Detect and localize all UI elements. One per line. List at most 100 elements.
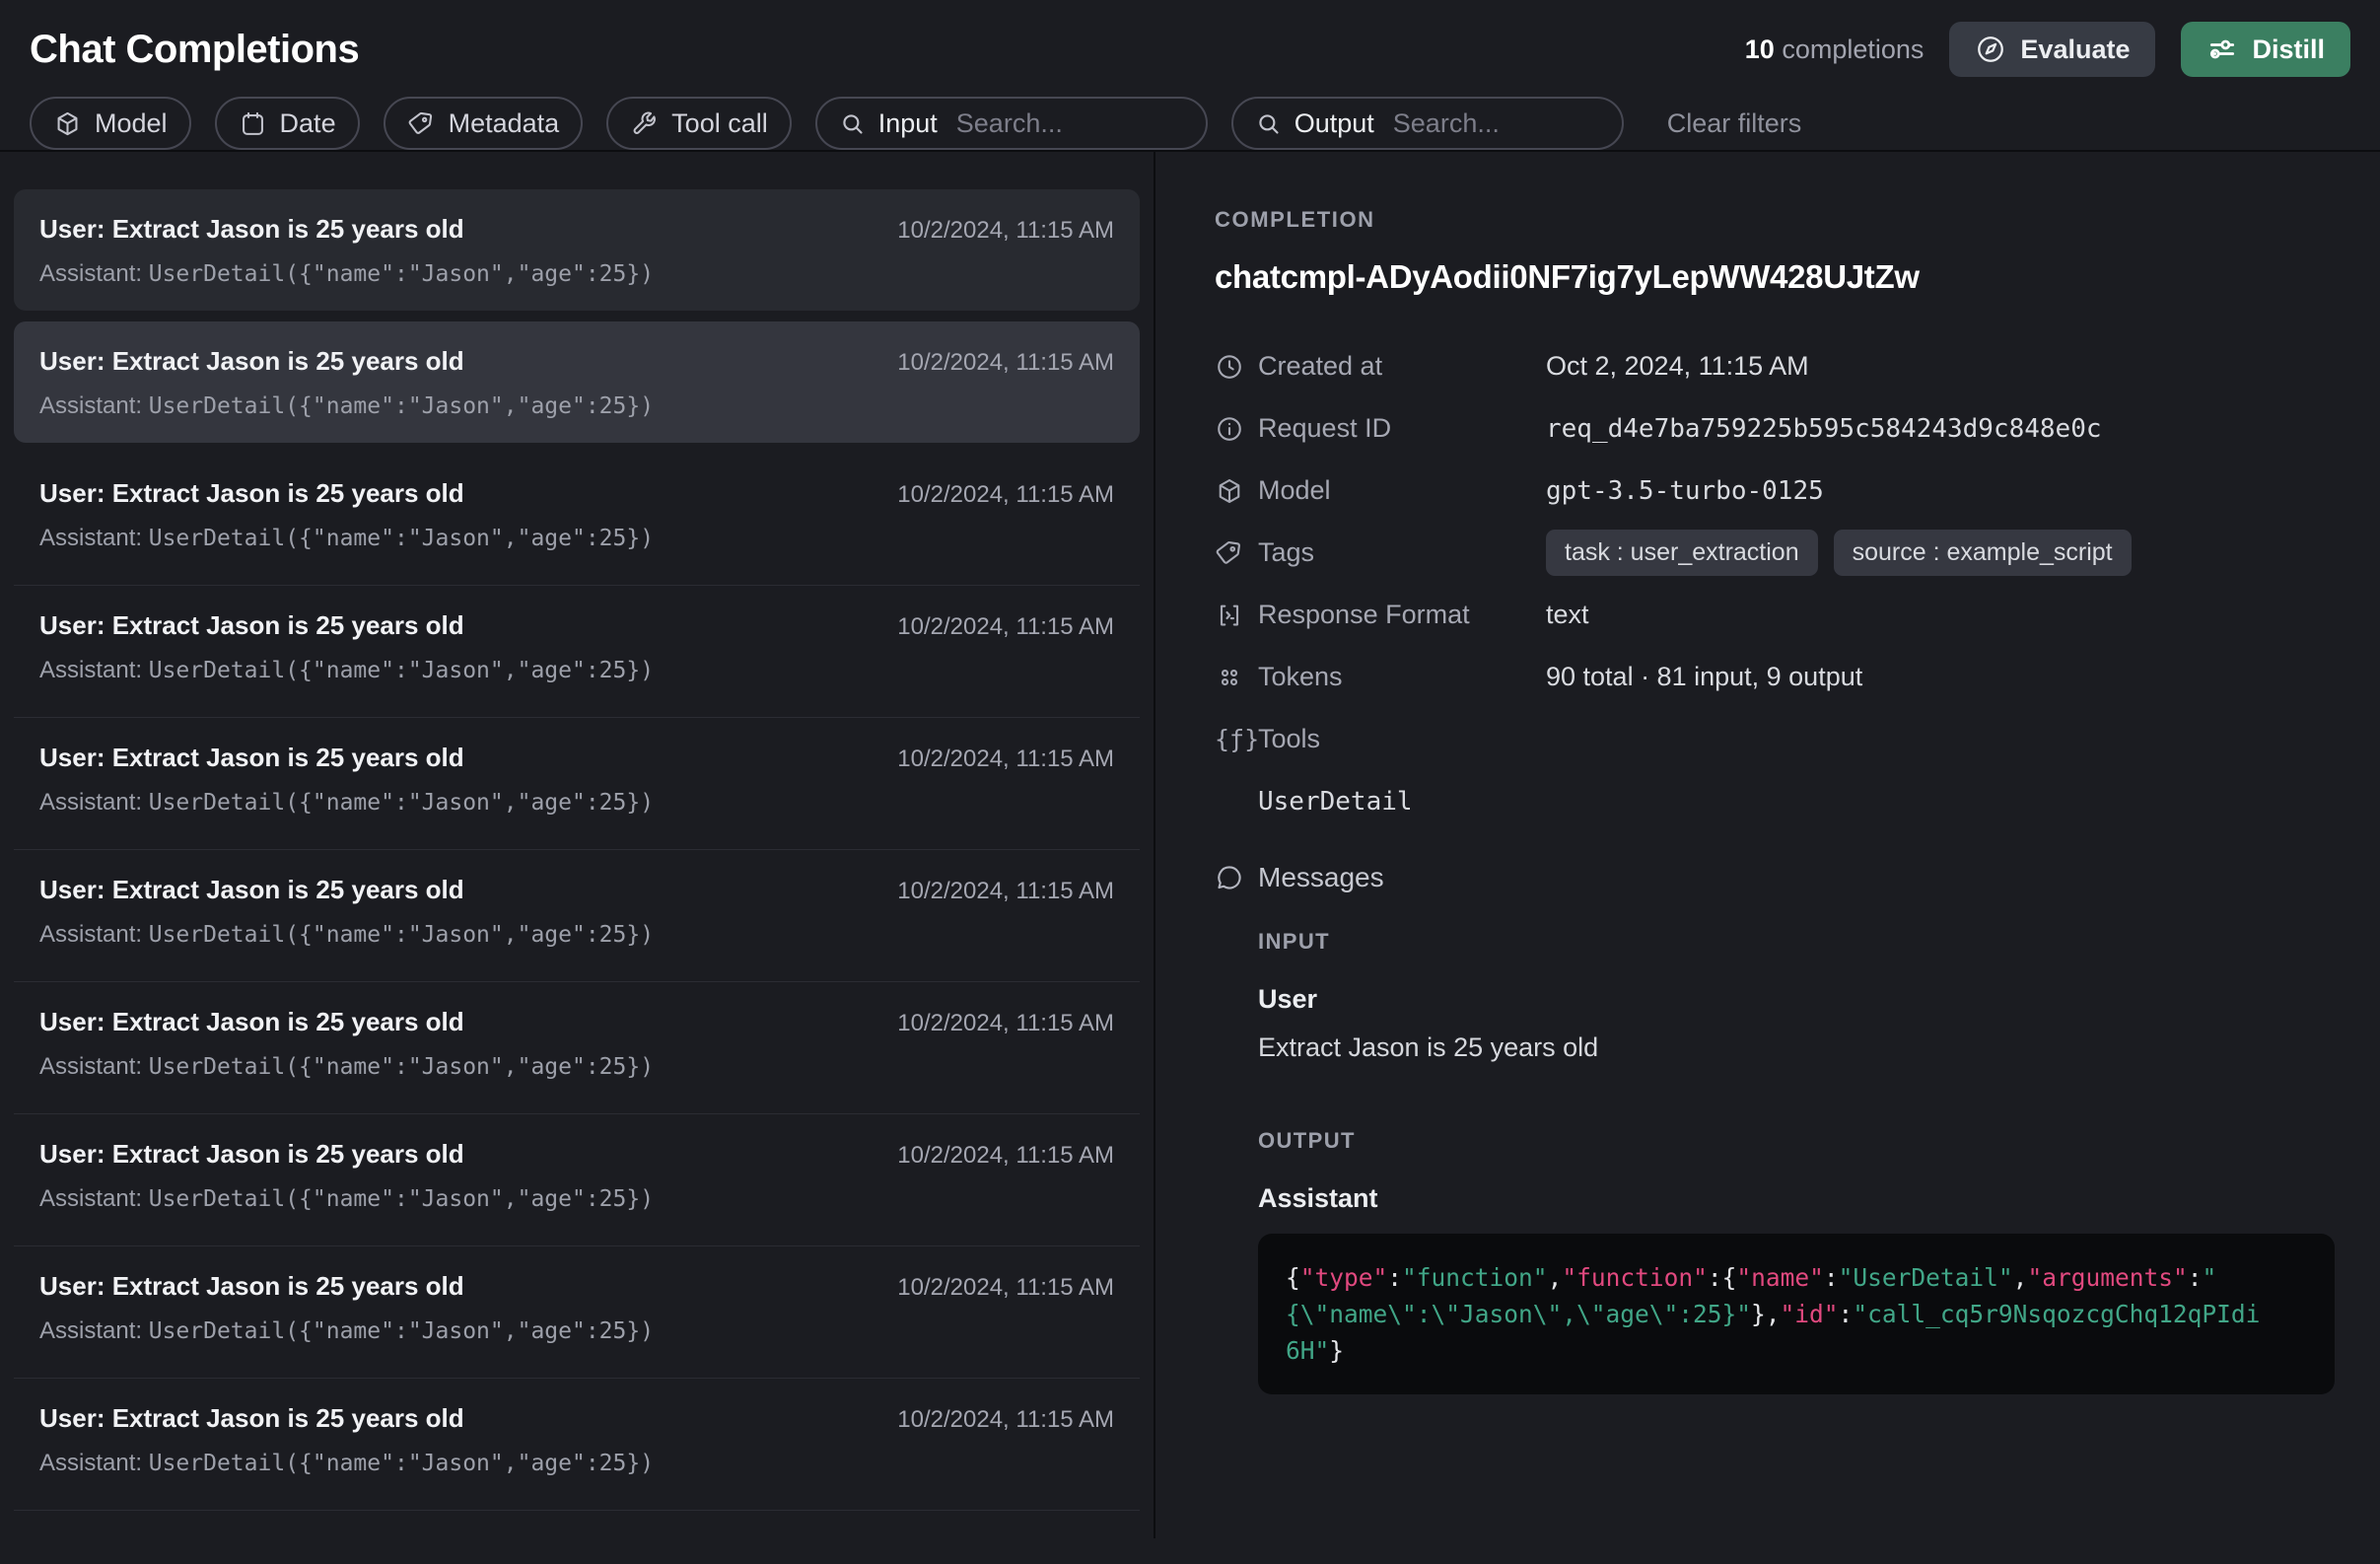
row-timestamp: 10/2/2024, 11:15 AM [897, 1010, 1114, 1037]
completion-list-item[interactable]: User: Extract Jason is 25 years old 10/2… [0, 586, 1154, 718]
row-timestamp: 10/2/2024, 11:15 AM [897, 1274, 1114, 1302]
dots-grid-icon [1215, 663, 1258, 692]
row-assistant-text: Assistant: UserDetail({"name":"Jason","a… [39, 657, 1114, 684]
completion-list-item[interactable]: User: Extract Jason is 25 years old 10/2… [0, 1114, 1154, 1246]
row-user-text: User: Extract Jason is 25 years old [39, 1139, 464, 1170]
tag-chip-source: source : example_script [1834, 530, 2132, 576]
completion-list-item[interactable]: User: Extract Jason is 25 years old 10/2… [0, 454, 1154, 586]
row-timestamp: 10/2/2024, 11:15 AM [897, 481, 1114, 509]
completion-list-item[interactable]: User: Extract Jason is 25 years old 10/2… [0, 1246, 1154, 1379]
clock-icon [1215, 352, 1258, 382]
completion-section-label: COMPLETION [1215, 207, 2335, 233]
row-assistant-text: Assistant: UserDetail({"name":"Jason","a… [39, 1450, 1114, 1477]
filter-date[interactable]: Date [215, 97, 360, 150]
row-timestamp: 10/2/2024, 11:15 AM [897, 878, 1114, 905]
tag-icon [1215, 538, 1258, 568]
row-assistant-text: Assistant: UserDetail({"name":"Jason","a… [39, 921, 1114, 949]
meta-row-model: Model gpt-3.5-turbo-0125 [1215, 460, 2335, 522]
completions-list: User: Extract Jason is 25 years old 10/2… [0, 152, 1155, 1538]
filter-bar: Model Date Metadata Tool call Input Sear… [30, 97, 2350, 150]
messages-title: Messages [1258, 862, 1384, 893]
row-timestamp: 10/2/2024, 11:15 AM [897, 1406, 1114, 1434]
output-role: Assistant [1258, 1183, 2335, 1214]
output-search-placeholder: Search... [1393, 108, 1500, 139]
row-assistant-text: Assistant: UserDetail({"name":"Jason","a… [39, 1185, 1114, 1213]
completion-list-item[interactable]: User: Extract Jason is 25 years old 10/2… [14, 321, 1140, 443]
chat-completions-page: Chat Completions 10 completions Evaluate… [0, 0, 2380, 1564]
tool-call-json: {"type":"function","function":{"name":"U… [1258, 1234, 2335, 1394]
output-search-label: Output [1295, 108, 1374, 139]
meta-row-request-id: Request ID req_d4e7ba759225b595c584243d9… [1215, 397, 2335, 460]
brackets-icon [1215, 601, 1258, 630]
tokens-value: 90 total · 81 input, 9 output [1546, 662, 1862, 692]
model-value: gpt-3.5-turbo-0125 [1546, 476, 1824, 506]
row-assistant-text: Assistant: UserDetail({"name":"Jason","a… [39, 789, 1114, 817]
input-search-label: Input [878, 108, 938, 139]
output-section-label: OUTPUT [1258, 1128, 2335, 1154]
completions-count: 10 completions [1745, 35, 1925, 65]
row-user-text: User: Extract Jason is 25 years old [39, 1271, 464, 1302]
row-timestamp: 10/2/2024, 11:15 AM [897, 613, 1114, 641]
row-assistant-text: Assistant: UserDetail({"name":"Jason","a… [39, 1053, 1114, 1081]
input-search-field[interactable]: Input Search... [815, 97, 1208, 150]
distill-button-label: Distill [2252, 35, 2325, 65]
row-user-text: User: Extract Jason is 25 years old [39, 875, 464, 905]
sliders-icon [2206, 34, 2238, 65]
completion-list-item[interactable]: User: Extract Jason is 25 years old 10/2… [0, 982, 1154, 1114]
row-timestamp: 10/2/2024, 11:15 AM [897, 746, 1114, 773]
tag-chip-task: task : user_extraction [1546, 530, 1818, 576]
input-section-label: INPUT [1258, 929, 2335, 955]
compass-icon [1975, 34, 2006, 65]
meta-label: Created at [1258, 351, 1546, 382]
cube-icon [53, 109, 82, 138]
input-search-placeholder: Search... [956, 108, 1063, 139]
created-at-value: Oct 2, 2024, 11:15 AM [1546, 351, 1809, 382]
row-timestamp: 10/2/2024, 11:15 AM [897, 1142, 1114, 1170]
info-icon [1215, 414, 1258, 444]
filter-tool-call[interactable]: Tool call [606, 97, 792, 150]
filter-date-label: Date [280, 108, 336, 139]
row-user-text: User: Extract Jason is 25 years old [39, 478, 464, 509]
tag-icon [407, 109, 436, 138]
clear-filters-button[interactable]: Clear filters [1667, 108, 1802, 139]
search-icon [1255, 110, 1282, 137]
completion-detail-panel: COMPLETION chatcmpl-ADyAodii0NF7ig7yLepW… [1155, 152, 2380, 1538]
row-timestamp: 10/2/2024, 11:15 AM [897, 217, 1114, 245]
completions-count-value: 10 [1745, 35, 1775, 64]
meta-label: Tools [1258, 724, 1546, 754]
completion-meta: Created at Oct 2, 2024, 11:15 AM Request… [1215, 335, 2335, 832]
completion-list-item[interactable]: User: Extract Jason is 25 years old 10/2… [14, 189, 1140, 311]
row-assistant-text: Assistant: UserDetail({"name":"Jason","a… [39, 525, 1114, 552]
input-role: User [1258, 984, 2335, 1015]
completion-list-item[interactable]: User: Extract Jason is 25 years old 10/2… [0, 718, 1154, 850]
header: Chat Completions 10 completions Evaluate… [0, 0, 2380, 150]
request-id-value: req_d4e7ba759225b595c584243d9c848e0c [1546, 414, 2102, 444]
filter-model[interactable]: Model [30, 97, 191, 150]
row-user-text: User: Extract Jason is 25 years old [39, 1403, 464, 1434]
row-user-text: User: Extract Jason is 25 years old [39, 1007, 464, 1037]
meta-label: Request ID [1258, 413, 1546, 444]
calendar-icon [239, 109, 267, 138]
meta-row-tags: Tags task : user_extraction source : exa… [1215, 522, 2335, 584]
main: User: Extract Jason is 25 years old 10/2… [0, 150, 2380, 1538]
completions-count-label: completions [1782, 35, 1924, 64]
row-timestamp: 10/2/2024, 11:15 AM [897, 349, 1114, 377]
completion-list-item[interactable]: User: Extract Jason is 25 years old 10/2… [0, 850, 1154, 982]
chat-bubble-icon [1215, 863, 1258, 892]
row-assistant-text: Assistant: UserDetail({"name":"Jason","a… [39, 392, 1114, 420]
filter-tool-call-label: Tool call [671, 108, 768, 139]
row-user-text: User: Extract Jason is 25 years old [39, 214, 464, 245]
evaluate-button[interactable]: Evaluate [1949, 22, 2155, 77]
meta-label: Tokens [1258, 662, 1546, 692]
braces-fn-icon: {ƒ} [1215, 725, 1258, 753]
filter-metadata[interactable]: Metadata [384, 97, 584, 150]
meta-row-response-format: Response Format text [1215, 584, 2335, 646]
output-search-field[interactable]: Output Search... [1231, 97, 1624, 150]
messages-section: Messages INPUT User Extract Jason is 25 … [1215, 862, 2335, 1394]
completion-list-item[interactable]: User: Extract Jason is 25 years old 10/2… [0, 1379, 1154, 1511]
row-user-text: User: Extract Jason is 25 years old [39, 610, 464, 641]
distill-button[interactable]: Distill [2181, 22, 2350, 77]
wrench-icon [630, 109, 659, 138]
input-message-text: Extract Jason is 25 years old [1258, 1032, 2335, 1063]
meta-row-tools: {ƒ} Tools [1215, 708, 2335, 770]
